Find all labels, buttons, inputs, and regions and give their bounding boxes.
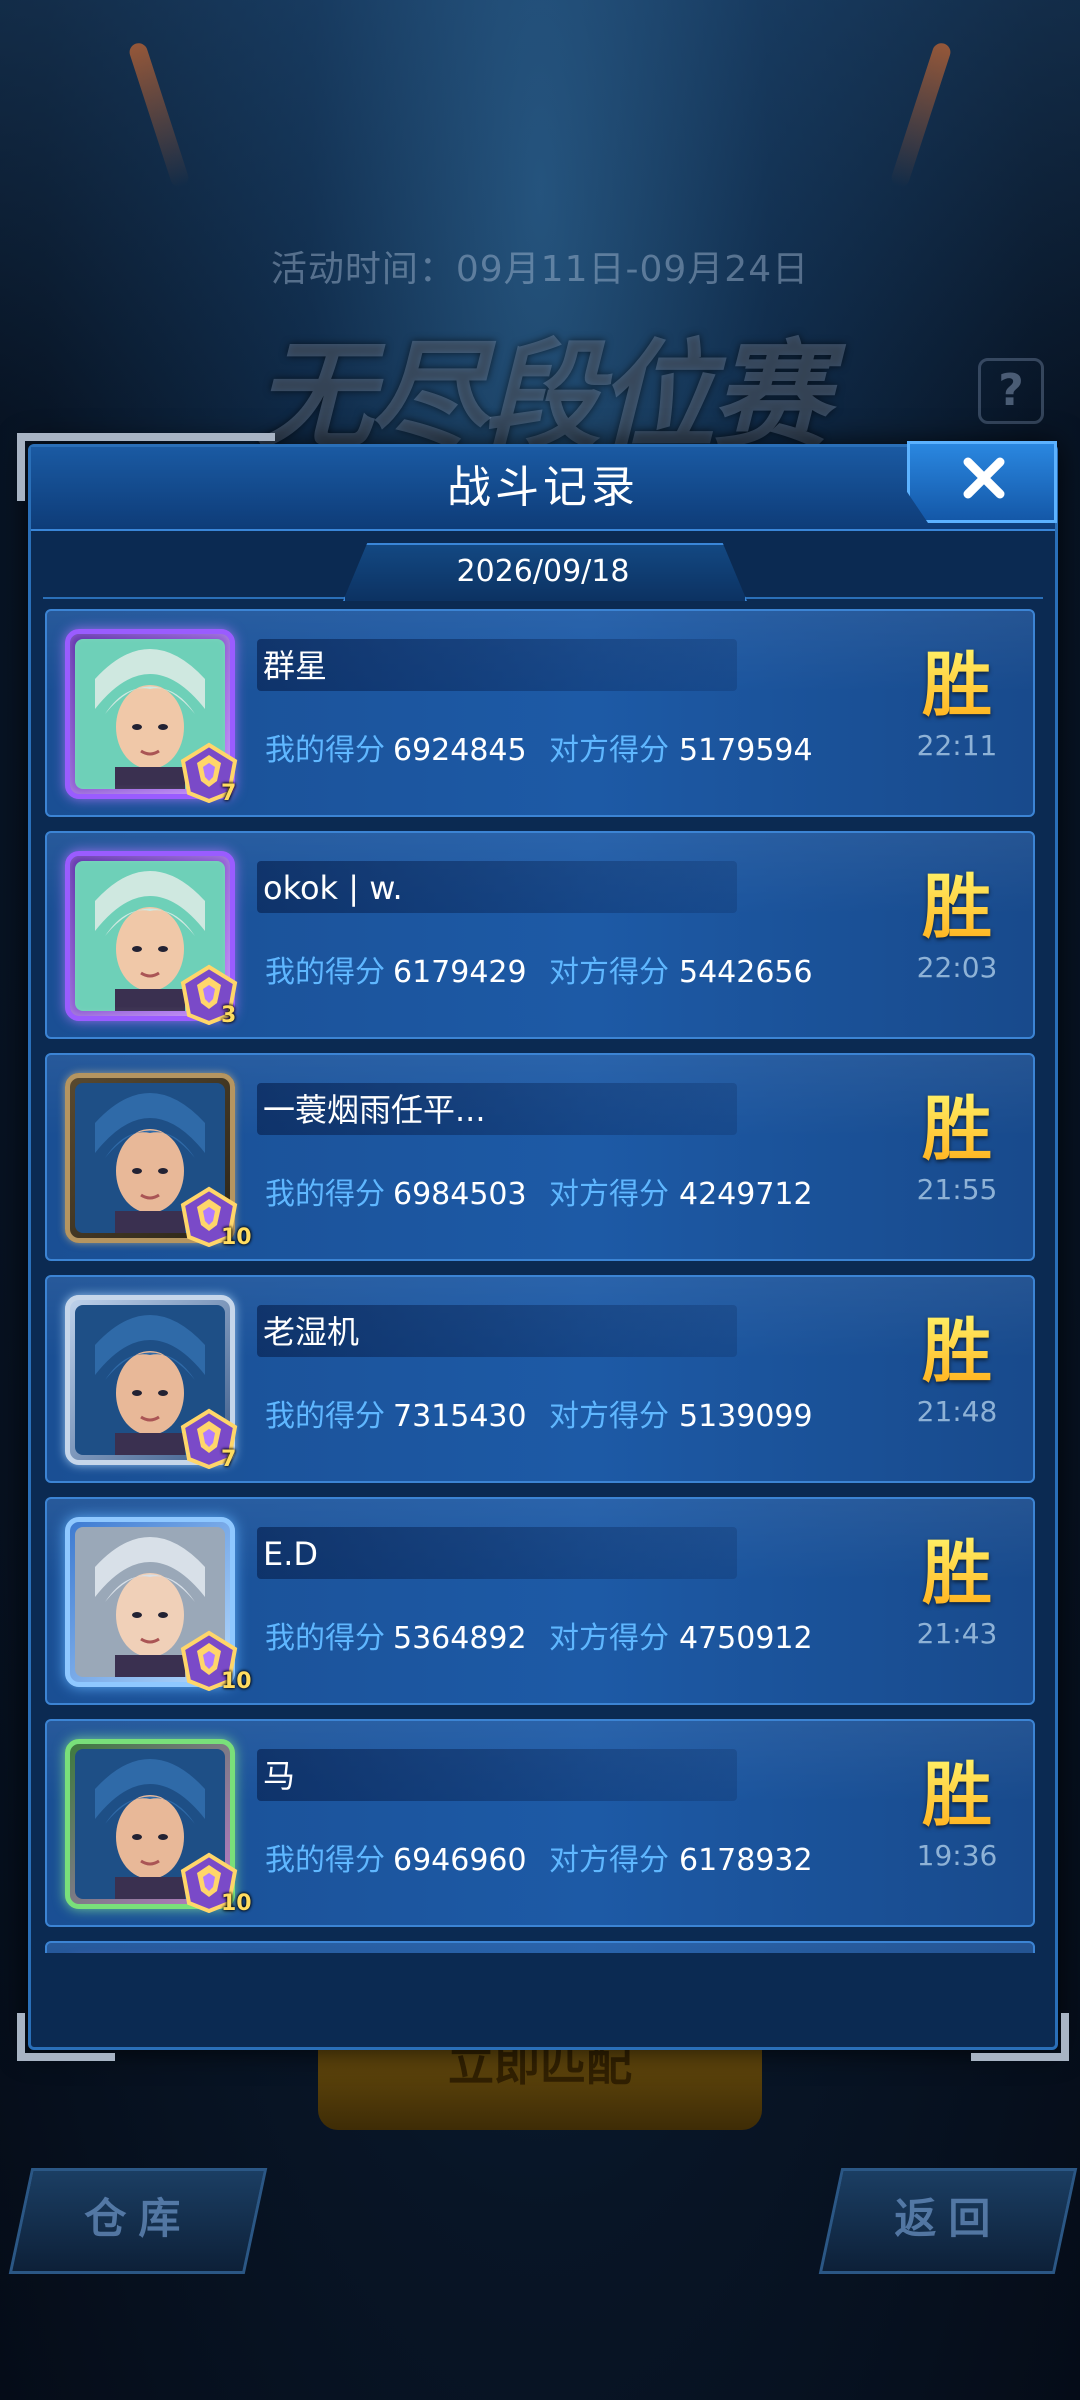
my-score-value: 7315430: [393, 1399, 527, 1434]
warehouse-button-label: 仓库: [84, 2194, 193, 2243]
rank-level: 10: [221, 1891, 252, 1916]
opp-score-value: 6178932: [679, 1843, 813, 1878]
opp-score-label: 对方得分: [549, 955, 669, 990]
match-time: 21:43: [916, 1617, 998, 1650]
rank-badge-icon: 7: [177, 741, 241, 806]
opp-score-label: 对方得分: [549, 1399, 669, 1434]
player-name: E.D: [263, 1535, 319, 1573]
my-score-label: 我的得分: [265, 1177, 385, 1212]
rank-badge-icon: 10: [177, 1185, 252, 1250]
score-row: 我的得分 5364892 对方得分 4750912: [265, 1617, 813, 1661]
my-score-label: 我的得分: [265, 955, 385, 990]
rank-badge-icon: 7: [177, 1407, 241, 1472]
name-bar: [257, 1749, 737, 1801]
my-score-value: 6924845: [393, 733, 527, 768]
player-avatar[interactable]: 7: [65, 629, 238, 806]
close-button[interactable]: [907, 441, 1057, 523]
rank-badge-icon: 10: [177, 1629, 252, 1694]
match-time: 19:36: [916, 1839, 998, 1872]
dialog-corner-decoration: [17, 2013, 115, 2061]
player-avatar[interactable]: 10: [65, 1073, 252, 1250]
close-x-icon: [963, 457, 1005, 499]
score-row: 我的得分 6946960 对方得分 6178932: [265, 1839, 813, 1883]
opp-score-label: 对方得分: [549, 1843, 669, 1878]
my-score-label: 我的得分: [265, 1621, 385, 1656]
score-row: 我的得分 7315430 对方得分 5139099: [265, 1395, 813, 1439]
my-score-label: 我的得分: [265, 1843, 385, 1878]
rank-badge-icon: 3: [177, 963, 241, 1028]
match-time: 22:11: [916, 729, 998, 762]
player-name: 群星: [263, 647, 328, 685]
battle-record-row[interactable]: 7 群星 我的得分 6924845 对方得分 5179594 胜 22:11: [45, 609, 1035, 817]
dialog-corner-decoration: [971, 2013, 1069, 2061]
opp-score-label: 对方得分: [549, 733, 669, 768]
win-result-badge: 胜: [897, 645, 1017, 725]
battle-record-row[interactable]: 秋若晚 我的得分 对方得分 胜: [45, 1941, 1035, 1953]
record-list[interactable]: 7 群星 我的得分 6924845 对方得分 5179594 胜 22:11 3…: [45, 607, 1041, 1953]
rank-level: 10: [221, 1225, 252, 1250]
player-name: 马: [263, 1757, 296, 1795]
dialog-title: 战斗记录: [447, 462, 639, 513]
opp-score-label: 对方得分: [549, 1621, 669, 1656]
rank-level: 7: [221, 1447, 237, 1472]
battle-record-row[interactable]: 10 马 我的得分 6946960 对方得分 6178932 胜 19:36: [45, 1719, 1035, 1927]
back-button[interactable]: 返回: [818, 2168, 1078, 2274]
help-icon[interactable]: ?: [978, 358, 1044, 424]
my-score-value: 6946960: [393, 1843, 527, 1878]
rank-level: 7: [221, 781, 237, 806]
win-result-badge: 胜: [897, 1533, 1017, 1613]
player-name: 一蓑烟雨任平...: [263, 1091, 486, 1129]
rank-badge-icon: 10: [177, 1851, 252, 1916]
win-result-badge: 胜: [897, 1089, 1017, 1169]
name-bar: [257, 1527, 737, 1579]
my-score-label: 我的得分: [265, 1399, 385, 1434]
score-row: 我的得分 6179429 对方得分 5442656: [265, 951, 813, 995]
player-avatar[interactable]: 10: [65, 1517, 252, 1694]
match-time: 21:48: [916, 1395, 998, 1428]
rank-level: 10: [221, 1669, 252, 1694]
score-row: 我的得分 6984503 对方得分 4249712: [265, 1173, 813, 1217]
back-button-label: 返回: [894, 2194, 1003, 2243]
name-bar: [257, 639, 737, 691]
my-score-value: 5364892: [393, 1621, 527, 1656]
opp-score-label: 对方得分: [549, 1177, 669, 1212]
score-row: 我的得分 6924845 对方得分 5179594: [265, 729, 813, 773]
battle-record-row[interactable]: 7 老湿机 我的得分 7315430 对方得分 5139099 胜 21:48: [45, 1275, 1035, 1483]
player-name: okok | w.: [263, 869, 403, 907]
battle-record-row[interactable]: 10 E.D 我的得分 5364892 对方得分 4750912 胜 21:43: [45, 1497, 1035, 1705]
my-score-value: 6179429: [393, 955, 527, 990]
win-result-badge: 胜: [897, 867, 1017, 947]
match-time: 21:55: [916, 1173, 998, 1206]
opp-score-value: 5179594: [679, 733, 813, 768]
player-avatar[interactable]: 10: [65, 1739, 252, 1916]
player-name: 老湿机: [263, 1313, 360, 1351]
match-time: 22:03: [916, 951, 998, 984]
player-avatar[interactable]: 7: [65, 1295, 238, 1472]
warehouse-button[interactable]: 仓库: [8, 2168, 268, 2274]
my-score-label: 我的得分: [265, 733, 385, 768]
battle-record-row[interactable]: 10 一蓑烟雨任平... 我的得分 6984503 对方得分 4249712 胜 …: [45, 1053, 1035, 1261]
rank-level: 3: [221, 1003, 237, 1028]
opp-score-value: 5139099: [679, 1399, 813, 1434]
opp-score-value: 5442656: [679, 955, 813, 990]
opp-score-value: 4249712: [679, 1177, 813, 1212]
win-result-badge: 胜: [897, 1311, 1017, 1391]
event-time-text: 活动时间：09月11日-09月24日: [270, 249, 810, 290]
battle-record-dialog: 战斗记录 2026/09/18 7 群星 我的得分 6924845 对方得分 5…: [17, 433, 1069, 2061]
opp-score-value: 4750912: [679, 1621, 813, 1656]
battle-record-row[interactable]: 3 okok | w. 我的得分 6179429 对方得分 5442656 胜 2…: [45, 831, 1035, 1039]
record-date: 2026/09/18: [456, 554, 630, 589]
win-result-badge: 胜: [897, 1755, 1017, 1835]
player-avatar[interactable]: 3: [65, 851, 238, 1028]
my-score-value: 6984503: [393, 1177, 527, 1212]
